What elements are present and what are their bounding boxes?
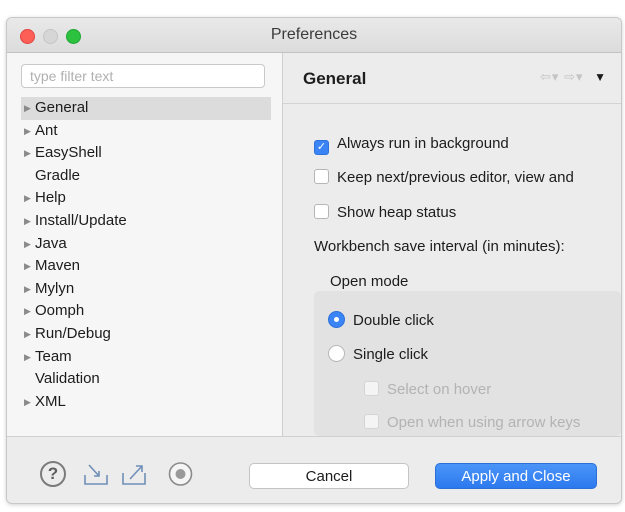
tree-item[interactable]: ▶ XML (21, 391, 271, 414)
forward-icon[interactable]: ⇨▾ (564, 69, 583, 84)
double-click-label: Double click (353, 312, 434, 329)
tree-item[interactable]: ▶ Install/Update (21, 210, 271, 233)
tree-item-label: XML (35, 392, 66, 410)
heap-status-checkbox-row[interactable]: Show heap status (314, 204, 456, 221)
save-interval-label: Workbench save interval (in minutes): (314, 238, 565, 255)
select-on-hover-label: Select on hover (387, 381, 492, 398)
heap-status-checkbox[interactable] (314, 204, 329, 219)
page-header: General ⇦▾ ⇨▾ ▼ (283, 53, 621, 104)
always-run-checkbox[interactable]: ✓ (314, 140, 329, 155)
tree-item-label: Run/Debug (35, 324, 111, 342)
tree-item-label: Help (35, 189, 66, 207)
tree-item-label: Ant (35, 121, 58, 139)
button-bar: ? Cancel Apply and Close (7, 436, 621, 503)
expand-arrow-icon[interactable]: ▶ (24, 210, 35, 233)
page-navigation: ⇦▾ ⇨▾ ▼ (540, 69, 607, 85)
tree-item-label: Maven (35, 257, 81, 275)
single-click-option[interactable]: Single click (328, 345, 428, 363)
tree-item[interactable]: Validation (21, 368, 271, 391)
double-click-option[interactable]: Double click (328, 311, 434, 329)
window-title: Preferences (270, 26, 358, 43)
tree-item[interactable]: ▶ General (21, 97, 271, 120)
open-mode-group: Double click Single click Select on hove… (314, 291, 621, 436)
expand-arrow-icon[interactable]: ▶ (24, 233, 35, 256)
tree-item[interactable]: ▶ EasyShell (21, 142, 271, 165)
tree-item-label: Validation (35, 370, 100, 388)
open-arrow-keys-checkbox (364, 414, 379, 429)
select-on-hover-option: Select on hover (364, 381, 491, 398)
select-on-hover-checkbox (364, 381, 379, 396)
expand-arrow-icon[interactable]: ▶ (24, 391, 35, 414)
tree-item-label: Install/Update (35, 211, 127, 229)
expand-arrow-icon[interactable]: ▶ (24, 120, 35, 143)
expand-arrow-icon[interactable]: ▶ (24, 255, 35, 278)
preferences-window: Preferences ▶General▶Ant▶EasyShellGradle… (6, 17, 622, 504)
always-run-checkbox-row[interactable]: ✓ Always run in background (314, 135, 509, 155)
tree-item[interactable]: ▶ Java (21, 233, 271, 256)
open-arrow-keys-option: Open when using arrow keys (364, 414, 580, 431)
tree-item[interactable]: Gradle (21, 165, 271, 188)
keep-next-label: Keep next/previous editor, view and (337, 169, 574, 186)
tree-item[interactable]: ▶ Mylyn (21, 278, 271, 301)
apply-and-close-button[interactable]: Apply and Close (435, 463, 597, 489)
tree-item[interactable]: ▶ Ant (21, 120, 271, 143)
tree-item[interactable]: ▶ Oomph (21, 300, 271, 323)
view-menu-icon[interactable]: ▼ (594, 70, 607, 84)
double-click-radio[interactable] (328, 311, 345, 328)
open-arrow-keys-label: Open when using arrow keys (387, 414, 581, 431)
back-icon[interactable]: ⇦▾ (540, 69, 559, 84)
title-bar: Preferences (7, 18, 621, 53)
heap-status-label: Show heap status (337, 204, 457, 221)
tree-item-label: Team (35, 347, 72, 365)
single-click-radio[interactable] (328, 345, 345, 362)
page-title: General (303, 69, 367, 88)
tree-item-label: General (35, 99, 89, 116)
export-icon[interactable] (120, 461, 148, 487)
tree-item-label: Oomph (35, 302, 85, 320)
keep-next-checkbox-row[interactable]: Keep next/previous editor, view and (314, 169, 574, 186)
tree-item-label: Java (35, 234, 67, 252)
cancel-button[interactable]: Cancel (249, 463, 409, 489)
tree-item[interactable]: ▶ Help (21, 187, 271, 210)
preference-tree: ▶ General ▶ Ant ▶ EasyShell Gradle ▶ Help ▶ Instal… (21, 97, 271, 413)
preferences-sidebar: ▶General▶Ant▶EasyShellGradle▶Help▶Instal… (7, 53, 283, 436)
tree-item-label: EasyShell (35, 144, 102, 162)
expand-arrow-icon[interactable]: ▶ (24, 187, 35, 210)
record-icon[interactable] (167, 461, 194, 487)
tree-item[interactable]: ▶ Run/Debug (21, 323, 271, 346)
single-click-label: Single click (353, 346, 429, 363)
expand-arrow-icon[interactable]: ▶ (24, 97, 35, 120)
filter-input[interactable] (21, 64, 265, 88)
help-icon[interactable]: ? (40, 461, 66, 487)
expand-arrow-icon[interactable]: ▶ (24, 346, 35, 369)
expand-arrow-icon[interactable]: ▶ (24, 142, 35, 165)
expand-arrow-icon[interactable]: ▶ (24, 323, 35, 346)
tree-item-label: Mylyn (35, 279, 75, 297)
preference-page: General ⇦▾ ⇨▾ ▼ ✓ Always run in backgroun… (283, 53, 621, 436)
tree-item[interactable]: ▶ Team (21, 346, 271, 369)
expand-arrow-icon[interactable]: ▶ (24, 278, 35, 301)
keep-next-checkbox[interactable] (314, 169, 329, 184)
open-mode-label: Open mode (330, 273, 409, 290)
tree-item-label: Gradle (35, 166, 81, 184)
always-run-label: Always run in background (337, 135, 509, 152)
tree-item[interactable]: ▶ Maven (21, 255, 271, 278)
expand-arrow-icon[interactable]: ▶ (24, 300, 35, 323)
import-icon[interactable] (82, 461, 110, 487)
